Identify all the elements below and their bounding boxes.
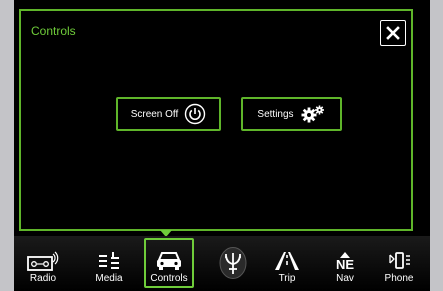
nav-label-phone: Phone xyxy=(384,273,414,284)
screen-off-button[interactable]: Screen Off xyxy=(116,97,221,131)
media-icon xyxy=(99,252,119,269)
panel-title: Controls xyxy=(31,24,76,38)
nav-label-trip: Trip xyxy=(278,273,296,284)
settings-label: Settings xyxy=(257,108,294,120)
car-icon xyxy=(157,252,181,270)
nav-item-phone[interactable]: Phone xyxy=(374,238,424,288)
nav-label-nav: Nav xyxy=(336,273,354,284)
close-icon xyxy=(386,26,400,40)
nav-item-media[interactable]: Media xyxy=(84,238,134,288)
trident-logo-icon xyxy=(219,247,247,279)
settings-button[interactable]: Settings xyxy=(241,97,342,131)
close-button[interactable] xyxy=(380,20,406,46)
nav-label-media: Media xyxy=(95,273,123,284)
bottom-nav-bar: Radio Media Controls Trip NE Nav Phone xyxy=(14,236,430,291)
nav-label-radio: Radio xyxy=(29,273,57,284)
compass-heading: NE xyxy=(335,257,355,272)
power-icon xyxy=(185,103,206,125)
nav-item-controls[interactable]: Controls xyxy=(144,238,194,288)
compass-icon: NE xyxy=(336,252,354,271)
nav-item-trip[interactable]: Trip xyxy=(262,238,312,288)
nav-label-controls: Controls xyxy=(150,273,188,284)
nav-item-nav[interactable]: NE Nav xyxy=(320,238,370,288)
nav-item-radio[interactable]: Radio xyxy=(18,238,68,288)
nav-item-home[interactable] xyxy=(208,238,258,288)
road-icon xyxy=(275,252,299,270)
radio-icon xyxy=(27,251,59,271)
gears-icon xyxy=(301,105,324,123)
phone-icon xyxy=(389,252,410,269)
screen-off-label: Screen Off xyxy=(130,108,179,120)
controls-panel: Controls Screen Off Settings xyxy=(19,9,413,231)
